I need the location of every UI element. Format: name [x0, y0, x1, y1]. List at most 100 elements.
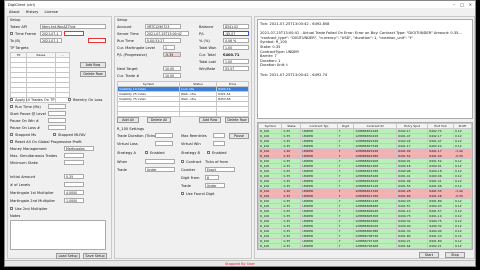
to-date-input[interactable]: 2021-07-1 — [40, 38, 62, 43]
min-stake-input[interactable] — [64, 160, 84, 165]
trade-select[interactable]: Under — [145, 167, 175, 172]
status-panel: Setup Account VRTC1290723 Balance 8341.0… — [114, 16, 252, 259]
trade-cell: 6492.21 — [427, 243, 455, 249]
strategy-a-label: Strategy A — [117, 151, 136, 155]
money-mgmt-select[interactable]: Martingales — [64, 146, 94, 151]
strategy-b-checkbox[interactable] — [207, 151, 210, 154]
pl-value: -$5.07 — [223, 31, 249, 36]
save-setup-button[interactable]: Save Setup — [83, 253, 107, 259]
balance-value: 8341.02 — [223, 24, 249, 29]
from-date-input[interactable]: 2021-07-1 — [40, 31, 62, 36]
add-tp-row-button[interactable]: Add Row — [80, 62, 106, 68]
start-button[interactable]: Start — [419, 252, 439, 258]
mart-2nd-input[interactable]: 1.0000 — [64, 198, 84, 203]
counter-select[interactable]: Exact — [205, 167, 235, 172]
pct-value: 0.06 % — [223, 38, 249, 43]
to-date-picker[interactable] — [88, 38, 106, 43]
log-line: Tick: 2021-07-25T13:00:42 - 6492.74 — [260, 72, 328, 77]
server-time-label: Server Time — [117, 32, 139, 36]
delete-tp-row-button[interactable]: Delete Row — [80, 71, 106, 77]
check-label: Run Time (Ms) — [15, 105, 41, 109]
checkbox[interactable] — [10, 98, 13, 101]
digit-from-label: Digit From — [181, 176, 200, 180]
initial-amount-input[interactable]: 0.35 — [64, 174, 84, 179]
contract-checkbox[interactable] — [181, 160, 184, 163]
max-reentries-input[interactable] — [213, 133, 225, 138]
demo-checkbox[interactable] — [10, 32, 13, 35]
minimize-icon[interactable]: – — [453, 2, 455, 7]
checkbox[interactable] — [10, 105, 13, 108]
use-2nd-checkbox[interactable] — [10, 207, 13, 210]
pause-button[interactable]: Pause — [229, 133, 249, 139]
pause-win-input[interactable] — [48, 118, 66, 123]
add-symbol-row-button[interactable]: Add Row — [199, 117, 221, 123]
load-setup-button[interactable]: Load Setup — [56, 253, 80, 259]
menu-about[interactable]: About — [9, 10, 20, 14]
max-simul-input[interactable] — [64, 153, 84, 158]
win-rate-value: 53.57 — [223, 66, 249, 71]
check-label: Pause On Win # — [10, 119, 39, 123]
stop-button[interactable]: Stop — [445, 252, 465, 258]
virtual-win-input[interactable] — [213, 141, 225, 146]
win-rate-label: Win/Rate — [199, 67, 216, 71]
notes-textarea[interactable] — [10, 220, 106, 250]
from-date-picker[interactable] — [64, 31, 84, 36]
contract-value: Ticks of from — [205, 160, 229, 164]
checkbox[interactable] — [53, 133, 56, 136]
trades-table[interactable]: Symbol Stake Contract Typ Digit Contract… — [258, 123, 472, 249]
symbol-row[interactable]: Volatility 10 Index Lock Idle 8499.16 — [116, 86, 249, 92]
trade-duration-input[interactable] — [155, 133, 173, 138]
check-label: Stopped MLFAV — [58, 133, 86, 137]
trade-type-select[interactable]: Under — [205, 183, 225, 188]
mart-1st-input[interactable]: 4.0000 — [64, 190, 84, 195]
check-label: Reset All On Global Progressive Profit — [15, 140, 82, 144]
server-time-value: 2021-07-25T13:00:42 — [145, 31, 189, 36]
menu-history[interactable]: History — [26, 10, 39, 14]
checkbox[interactable] — [10, 133, 13, 136]
token-input[interactable]: fdmy.hnt.WmAZ7hnk — [40, 24, 106, 29]
run-time-input[interactable] — [48, 104, 66, 109]
use-found-digit-label: Use Found Digit — [186, 192, 215, 196]
virtual-loss-input[interactable] — [155, 141, 173, 146]
window-title: DigiClient (ctrl) — [8, 2, 36, 7]
checkbox[interactable] — [68, 98, 71, 101]
maximize-icon[interactable]: □ — [460, 2, 464, 7]
trade-label: Trade — [117, 168, 127, 172]
symbol-row[interactable]: Volatility 25 Index Wait...idle 6321.54 — [116, 91, 249, 97]
enabled-label: Enabled — [212, 151, 227, 155]
use-found-digit-checkbox[interactable] — [181, 192, 184, 195]
pause-loss-input[interactable] — [48, 125, 66, 130]
when-label: When — [117, 160, 128, 164]
tp-table[interactable]: TP Pause... — [9, 52, 71, 103]
trade-cell: UNDER — [300, 243, 338, 249]
trade-row[interactable]: R_100 0.35 UNDER 7 128886795468 6491.64 6492.2… — [258, 243, 472, 249]
strategy-b-label: Strategy B — [181, 151, 201, 155]
rl-settings-label: R_100 Settings — [117, 127, 145, 131]
add-all-button[interactable]: Add All — [117, 117, 139, 123]
delete-all-button[interactable]: Delete All — [147, 117, 171, 123]
delete-symbol-row-button[interactable]: Delete Row — [225, 117, 249, 123]
digit-from-input[interactable]: 6 — [205, 175, 219, 180]
cur-progress-value: -5.35 — [163, 52, 181, 57]
app-window: DigiClient (ctrl) – □ × About History Li… — [4, 0, 476, 267]
checkbox[interactable] — [10, 140, 13, 143]
when-select[interactable] — [145, 159, 175, 164]
setup-header: Setup — [10, 18, 21, 22]
log-textbox[interactable]: Tick: 2021-07-25T13:00:42 - 6492.858 202… — [257, 19, 473, 119]
martingale-label: Cur. Martingale Level — [117, 46, 156, 50]
max-reentries-label: Max Reentries — [181, 134, 207, 138]
check-label: Apply Ui Trades On TP — [15, 98, 55, 102]
menu-bar: About History License — [5, 8, 475, 15]
cur-total-label: Cur. Total — [199, 53, 216, 57]
balance-label: Balance — [199, 25, 214, 29]
trade-type-label: Trade — [181, 184, 191, 188]
close-icon[interactable]: × — [469, 2, 472, 7]
strategy-a-checkbox[interactable] — [145, 151, 148, 154]
symbols-table[interactable]: Symbol Status Price Volatility 10 Index … — [116, 81, 249, 117]
symbol-row[interactable]: Volatility 75 Index Wait...idle 8453.66 — [116, 96, 249, 102]
setup-panel: Setup Token API fdmy.hnt.WmAZ7hnk Time F… — [7, 16, 112, 259]
trades-grid[interactable]: Symbol Stake Contract Typ Digit Contract… — [257, 122, 473, 250]
menu-license[interactable]: License — [44, 10, 58, 14]
pause-level-input[interactable] — [48, 111, 66, 116]
levels-input[interactable] — [64, 182, 84, 187]
